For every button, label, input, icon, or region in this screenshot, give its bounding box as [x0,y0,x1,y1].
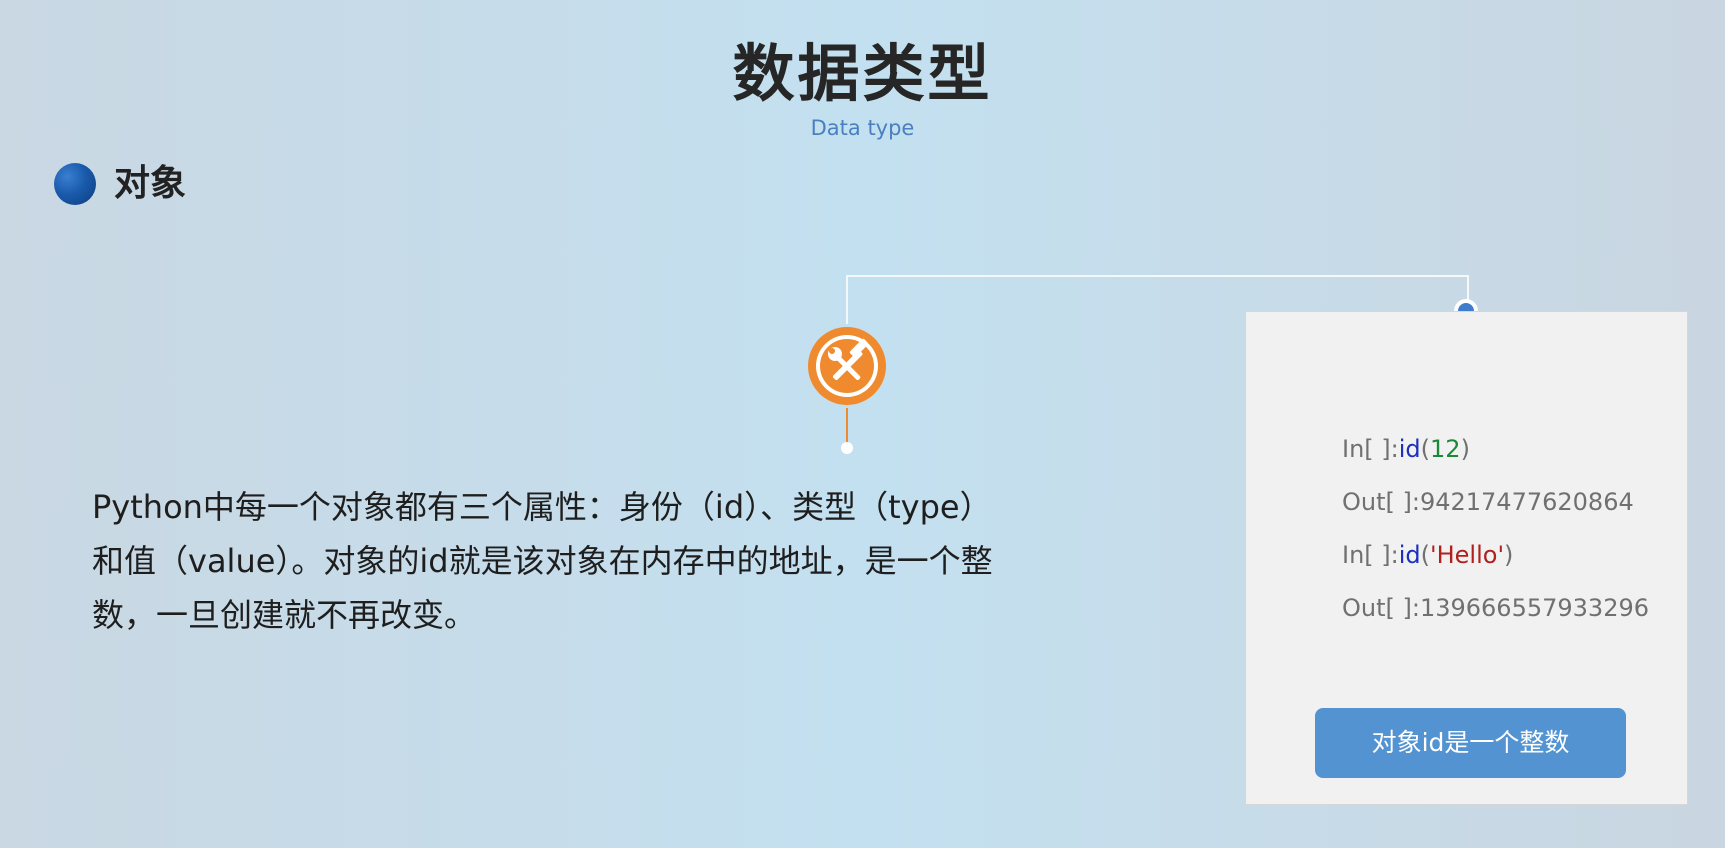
code-line-input: In[ ]:id(12) [1342,433,1470,465]
code-paren: ) [1460,435,1470,463]
tools-icon [808,327,886,405]
code-line-output: Out[ ]:94217477620864 [1342,486,1634,518]
code-func: id [1398,435,1421,463]
code-func: id [1398,541,1421,569]
code-value: 94217477620864 [1419,488,1634,516]
code-arg: 'Hello' [1430,541,1505,569]
code-line-output: Out[ ]:139666557933296 [1342,592,1649,624]
object-id-button[interactable]: 对象id是一个整数 [1315,708,1626,778]
code-prompt: Out[ ]: [1342,488,1420,516]
code-paren: ( [1420,541,1431,569]
code-arg: 12 [1430,435,1461,463]
code-prompt: Out[ ]: [1342,594,1420,622]
code-paren: ) [1504,541,1514,569]
code-prompt: In[ ]: [1342,541,1399,569]
code-line-input: In[ ]:id('Hello') [1342,539,1513,571]
code-value: 139666557933296 [1419,594,1649,622]
body-line: 和值（value）。对象的id就是该对象在内存中的地址，是一个整 [92,542,993,580]
connector-end-dot [841,442,853,454]
code-paren: ( [1420,435,1431,463]
code-card: In[ ]:id(12) Out[ ]:94217477620864 In[ ]… [1245,311,1688,805]
body-paragraph: Python中每一个对象都有三个属性：身份（id）、类型（type） 和值（va… [92,480,1012,642]
body-line: Python中每一个对象都有三个属性：身份（id）、类型（type） [92,488,992,526]
code-prompt: In[ ]: [1342,435,1399,463]
body-line: 数，一旦创建就不再改变。 [92,596,477,634]
